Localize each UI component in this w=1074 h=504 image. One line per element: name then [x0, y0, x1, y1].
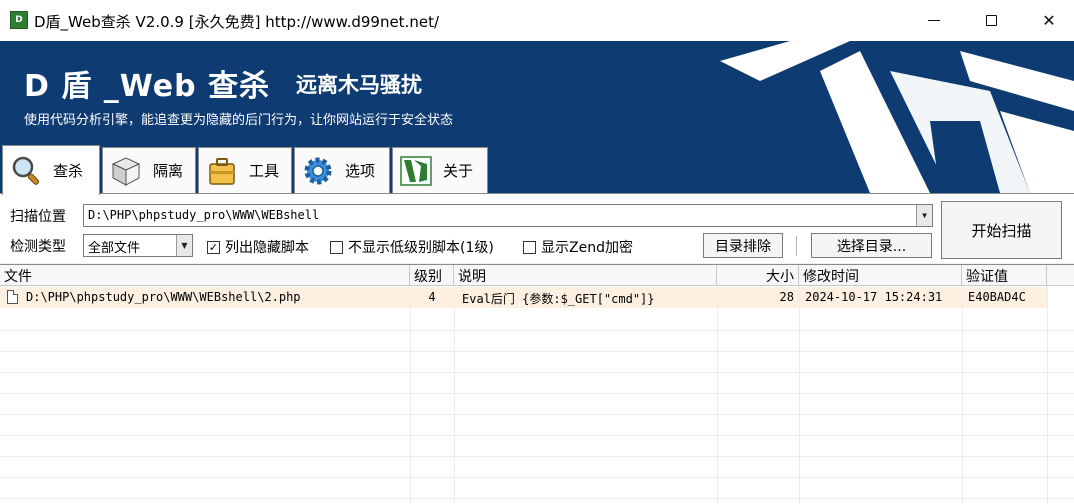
exclude-dir-button[interactable]: 目录排除 — [703, 233, 783, 258]
choose-dir-button[interactable]: 选择目录... — [811, 233, 932, 258]
minimize-button[interactable] — [905, 0, 963, 41]
cell-level: 4 — [428, 290, 436, 304]
maximize-icon — [985, 15, 997, 26]
tab-scan-label: 查杀 — [53, 162, 84, 180]
table-row[interactable]: D:\PHP\phpstudy_pro\WWW\WEBshell\2.php 4… — [0, 287, 1047, 308]
col-header-size[interactable]: 大小 — [717, 265, 799, 286]
show-zend-label: 显示Zend加密 — [541, 240, 633, 256]
show-hidden-scripts-label: 列出隐藏脚本 — [225, 240, 309, 256]
checkbox-unchecked-icon — [330, 240, 343, 254]
col-header-mtime[interactable]: 修改时间 — [799, 265, 962, 286]
app-icon: D — [10, 11, 28, 29]
cell-file: D:\PHP\phpstudy_pro\WWW\WEBshell\2.php — [26, 290, 301, 304]
table-header: 文件 级别 说明 大小 修改时间 验证值 — [0, 265, 1074, 286]
show-zend-checkbox[interactable]: 显示Zend加密 — [523, 237, 633, 257]
detect-type-value: 全部文件 — [88, 241, 141, 256]
hide-low-level-checkbox[interactable]: 不显示低级别脚本(1级) — [330, 237, 494, 257]
cell-desc: Eval后门 {参数:$_GET["cmd"]} — [462, 292, 655, 306]
d-logo-icon — [397, 152, 435, 190]
grid-line — [0, 435, 1074, 436]
detect-type-select[interactable]: 全部文件 ▼ — [83, 234, 193, 257]
grid-line — [0, 330, 1074, 331]
grid-line — [0, 351, 1074, 352]
grid-line — [962, 286, 963, 504]
scan-location-label: 扫描位置 — [10, 209, 66, 225]
col-header-desc[interactable]: 说明 — [454, 265, 717, 286]
checkbox-checked-icon: ✓ — [207, 240, 220, 254]
title-bar: D D盾_Web查杀 V2.0.9 [永久免费] http://www.d99n… — [0, 0, 1074, 41]
tab-quarantine[interactable]: 隔离 — [102, 147, 196, 193]
cell-size: 28 — [779, 290, 794, 304]
results-table[interactable]: 文件 级别 说明 大小 修改时间 验证值 D:\PHP\phpstudy_pro… — [0, 264, 1074, 504]
d-shield-logo-icon — [720, 41, 1074, 193]
tab-scan[interactable]: 查杀 — [2, 145, 100, 195]
grid-line — [799, 286, 800, 504]
file-icon — [7, 290, 18, 304]
divider — [796, 236, 797, 256]
banner-description: 使用代码分析引擎，能追查更为隐藏的后门行为，让你网站运行于安全状态 — [24, 113, 454, 128]
grid-line — [410, 286, 411, 504]
checkbox-unchecked-icon — [523, 240, 536, 254]
tab-about-label: 关于 — [443, 162, 474, 180]
grid-line — [717, 286, 718, 504]
show-hidden-scripts-checkbox[interactable]: ✓ 列出隐藏脚本 — [207, 237, 309, 257]
grid-line — [0, 498, 1074, 499]
cell-mtime: 2024-10-17 15:24:31 — [805, 290, 943, 304]
chevron-down-icon[interactable]: ▼ — [916, 205, 932, 226]
banner-subtitle: 远离木马骚扰 — [296, 73, 422, 97]
grid-line — [0, 393, 1074, 394]
tab-tools[interactable]: 工具 — [198, 147, 292, 193]
toolbox-icon — [203, 152, 241, 190]
close-icon: ✕ — [1042, 11, 1056, 30]
cell-hash: E40BAD4C — [968, 290, 1026, 304]
tab-about[interactable]: 关于 — [392, 147, 488, 193]
hide-low-level-label: 不显示低级别脚本(1级) — [348, 240, 494, 256]
grid-line — [0, 456, 1074, 457]
scan-path-value: D:\PHP\phpstudy_pro\WWW\WEBshell — [88, 208, 320, 222]
scan-options-panel: 扫描位置 D:\PHP\phpstudy_pro\WWW\WEBshell ▼ … — [0, 193, 1074, 263]
col-header-hash[interactable]: 验证值 — [962, 265, 1047, 286]
tab-quarantine-label: 隔离 — [153, 162, 184, 180]
tab-options-label: 选项 — [345, 162, 376, 180]
chevron-down-icon[interactable]: ▼ — [176, 235, 192, 256]
app-window: D D盾_Web查杀 V2.0.9 [永久免费] http://www.d99n… — [0, 0, 1074, 504]
start-scan-button[interactable]: 开始扫描 — [941, 201, 1062, 259]
banner-title: D 盾 _Web 查杀 — [24, 69, 271, 104]
scan-path-combobox[interactable]: D:\PHP\phpstudy_pro\WWW\WEBshell ▼ — [83, 204, 933, 227]
col-header-level[interactable]: 级别 — [410, 265, 454, 286]
magnifier-icon — [7, 152, 45, 190]
grid-line — [454, 286, 455, 504]
tab-options[interactable]: 选项 — [294, 147, 390, 193]
tab-tools-label: 工具 — [249, 162, 280, 180]
col-header-file[interactable]: 文件 — [0, 265, 410, 286]
maximize-button[interactable] — [962, 0, 1020, 41]
grid-line — [0, 414, 1074, 415]
close-button[interactable]: ✕ — [1020, 0, 1074, 41]
minimize-icon — [928, 20, 940, 21]
gear-icon — [299, 152, 337, 190]
grid-line — [0, 477, 1074, 478]
grid-line — [1047, 286, 1048, 504]
box-icon — [107, 152, 145, 190]
detect-type-label: 检测类型 — [10, 239, 66, 255]
grid-line — [0, 372, 1074, 373]
window-title: D盾_Web查杀 V2.0.9 [永久免费] http://www.d99net… — [34, 13, 440, 31]
